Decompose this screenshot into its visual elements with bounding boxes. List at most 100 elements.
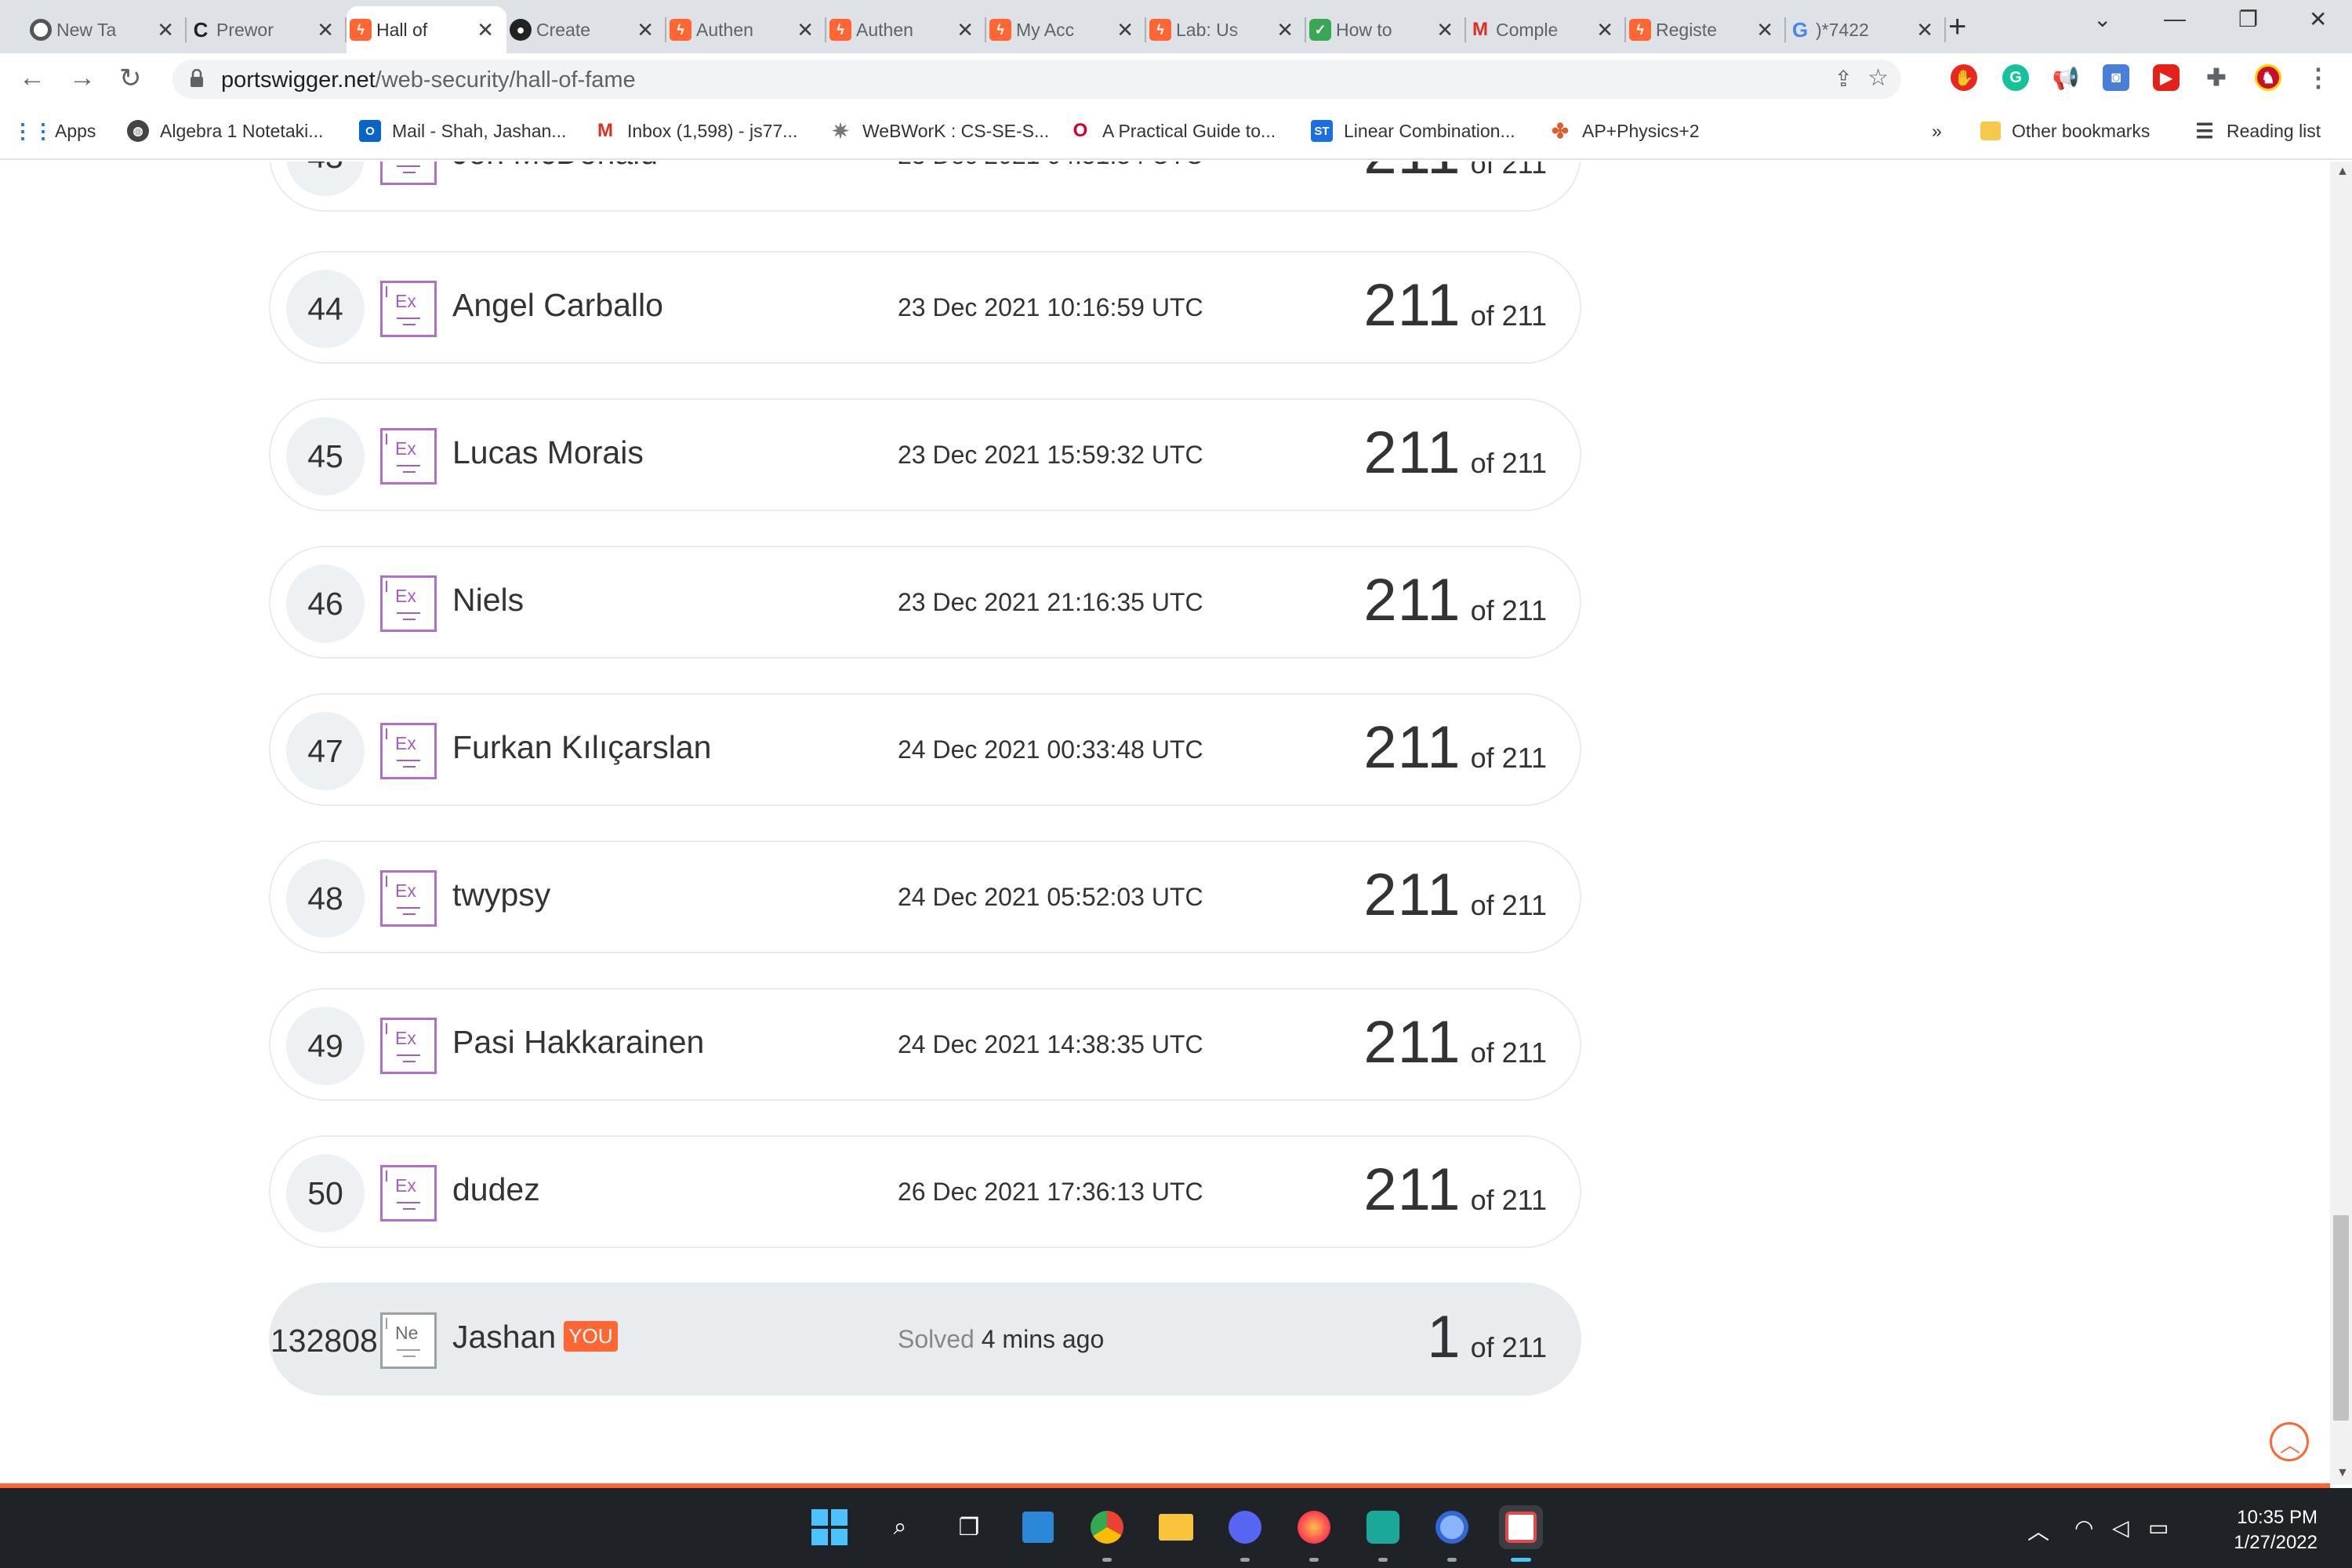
- reload-button[interactable]: ↻: [119, 63, 142, 94]
- new-tab-button[interactable]: +: [1948, 9, 1966, 45]
- close-tab-icon[interactable]: ✕: [1276, 19, 1294, 41]
- close-tab-icon[interactable]: ✕: [637, 19, 654, 41]
- browser-tab[interactable]: ✓ How to ✕: [1306, 6, 1466, 53]
- camera-icon[interactable]: ◙: [2103, 64, 2129, 91]
- back-to-top-button[interactable]: ︿: [2270, 1422, 2309, 1461]
- volume-icon[interactable]: ◁: [2112, 1515, 2129, 1541]
- close-tab-icon[interactable]: ✕: [317, 19, 334, 41]
- burp-suite-icon[interactable]: [1361, 1505, 1405, 1562]
- youtube-icon[interactable]: ▶: [2153, 64, 2180, 91]
- search-icon[interactable]: ⌕: [878, 1505, 922, 1549]
- bookmark-star-icon[interactable]: ☆: [1867, 64, 1889, 92]
- player-name: dudez: [452, 1171, 540, 1207]
- close-tab-icon[interactable]: ✕: [956, 19, 974, 41]
- grammarly-icon[interactable]: G: [2002, 64, 2029, 91]
- snipping-tool-icon[interactable]: [1499, 1505, 1543, 1562]
- close-tab-icon[interactable]: ✕: [1116, 19, 1134, 41]
- reading-list-button[interactable]: ☰ Reading list: [2194, 118, 2321, 144]
- webwork-icon: ✷: [832, 118, 849, 143]
- close-tab-icon[interactable]: ✕: [157, 19, 174, 41]
- address-bar[interactable]: portswigger.net/web-security/hall-of-fam…: [172, 60, 1901, 99]
- close-tab-icon[interactable]: ✕: [1756, 19, 1773, 41]
- browser-tab[interactable]: G)*7422 ✕: [1786, 6, 1946, 53]
- completion-time: 23 Dec 2021 10:16:59 UTC: [898, 293, 1203, 321]
- expert-level-icon: Ex: [380, 870, 437, 927]
- solved-count: 211: [1363, 1156, 1461, 1223]
- rank-badge: 43: [286, 162, 365, 196]
- scroll-thumb[interactable]: [2333, 1215, 2349, 1421]
- widgets-icon[interactable]: [1016, 1505, 1060, 1549]
- wifi-icon[interactable]: ◠: [2074, 1515, 2093, 1541]
- bookmark-label: Inbox (1,598) - js77...: [627, 120, 798, 141]
- chrome-dev-icon[interactable]: [1430, 1505, 1474, 1562]
- browser-tab[interactable]: ϟ Hall of ✕: [347, 6, 506, 53]
- profile-avatar[interactable]: ♞: [2255, 64, 2281, 91]
- close-tab-icon[interactable]: ✕: [1596, 19, 1613, 41]
- bookmark-ap-physics[interactable]: ✤ AP+Physics+2: [1549, 118, 1700, 144]
- url-text[interactable]: portswigger.net/web-security/hall-of-fam…: [221, 67, 636, 93]
- tab-search-icon[interactable]: ⌄: [2093, 6, 2111, 32]
- bookmarks-overflow-button[interactable]: »: [1932, 118, 1942, 144]
- browser-tab[interactable]: M Comple ✕: [1466, 6, 1626, 53]
- battery-icon[interactable]: ▭: [2148, 1515, 2169, 1541]
- forward-button[interactable]: →: [69, 63, 96, 93]
- minimize-button[interactable]: —: [2164, 6, 2186, 31]
- tab-title: Lab: Us: [1176, 19, 1239, 40]
- share-icon[interactable]: ⇪: [1835, 66, 1853, 92]
- system-clock[interactable]: 10:35 PM 1/27/2022: [2200, 1505, 2318, 1555]
- browser-tab[interactable]: ϟ Registe ✕: [1626, 6, 1786, 53]
- pinwheel-icon: ✤: [1552, 118, 1569, 143]
- chevron-up-icon: ︿: [2280, 1433, 2301, 1457]
- close-tab-icon[interactable]: ✕: [797, 19, 814, 41]
- close-tab-icon[interactable]: ✕: [1916, 19, 1933, 41]
- task-view-icon[interactable]: ❐: [947, 1505, 991, 1549]
- discord-icon[interactable]: [1223, 1505, 1267, 1562]
- solved-when: 4 mins ago: [981, 1325, 1105, 1353]
- menu-kebab-icon[interactable]: ⋮: [2305, 64, 2332, 92]
- back-button[interactable]: ←: [19, 63, 45, 93]
- scroll-down-arrow[interactable]: ▼: [2336, 1466, 2349, 1480]
- page-scrollbar[interactable]: ▲ ▼: [2330, 162, 2352, 1485]
- player-name: Pasi Hakkarainen: [452, 1024, 705, 1060]
- player-name: Furkan Kılıçarslan: [452, 729, 712, 765]
- file-explorer-icon[interactable]: [1154, 1505, 1198, 1549]
- solved-count: 211: [1363, 162, 1461, 187]
- completion-time: Solved 4 mins ago: [898, 1325, 1104, 1354]
- close-window-button[interactable]: ✕: [2309, 6, 2327, 32]
- browser-tab[interactable]: ϟ My Acc ✕: [986, 6, 1146, 53]
- bookmark-inbox[interactable]: M Inbox (1,598) - js77...: [594, 118, 797, 144]
- browser-tab[interactable]: New Ta ✕: [27, 6, 187, 53]
- other-bookmarks-folder[interactable]: Other bookmarks: [1980, 118, 2150, 144]
- browser-tab[interactable]: ϟ Authen ✕: [666, 6, 826, 53]
- bookmark-apps[interactable]: ⋮⋮ Apps: [13, 118, 96, 144]
- restore-button[interactable]: ❐: [2238, 6, 2258, 32]
- extensions-puzzle-icon[interactable]: ✚: [2203, 64, 2230, 91]
- close-tab-icon[interactable]: ✕: [477, 19, 494, 41]
- chrome-taskbar-icon[interactable]: [1085, 1505, 1129, 1562]
- bookmarks-bar: ⋮⋮ Apps ◍ Algebra 1 Notetaki... O Mail -…: [0, 103, 2352, 160]
- lock-icon[interactable]: [190, 69, 204, 88]
- newbie-level-icon: Ne: [380, 1312, 437, 1369]
- leaderboard-row: 44 Ex Angel Carballo 23 Dec 2021 10:16:59 U…: [269, 251, 1581, 364]
- bookmark-webwork[interactable]: ✷ WeBWorK : CS-SE-S...: [829, 118, 1049, 144]
- solved-count: 211: [1363, 272, 1461, 339]
- bookmark-practical-guide[interactable]: O A Practical Guide to...: [1069, 118, 1276, 144]
- expert-level-icon: Ex: [380, 162, 437, 185]
- browser-tab[interactable]: ● Create ✕: [506, 6, 666, 53]
- solved-count: 211: [1363, 862, 1461, 928]
- close-tab-icon[interactable]: ✕: [1436, 19, 1454, 41]
- browser-tab[interactable]: ϟ Authen ✕: [826, 6, 986, 53]
- windows-start-icon[interactable]: [808, 1505, 851, 1549]
- bookmark-mail[interactable]: O Mail - Shah, Jashan...: [359, 118, 566, 144]
- adblock-icon[interactable]: ✋: [1951, 64, 1977, 91]
- megaphone-icon[interactable]: 📢: [2053, 64, 2080, 91]
- browser-tab[interactable]: C Prewor ✕: [187, 6, 347, 53]
- bookmark-algebra[interactable]: ◍ Algebra 1 Notetaki...: [127, 118, 323, 144]
- portswigger-icon: ϟ: [670, 19, 691, 41]
- browser-tab[interactable]: ϟ Lab: Us ✕: [1146, 6, 1306, 53]
- firefox-icon[interactable]: [1292, 1505, 1336, 1562]
- scroll-up-arrow[interactable]: ▲: [2336, 165, 2349, 179]
- reading-list-icon: ☰: [2195, 118, 2214, 143]
- show-hidden-icons[interactable]: ︿: [2027, 1515, 2049, 1546]
- bookmark-linear-combination[interactable]: ST Linear Combination...: [1311, 118, 1515, 144]
